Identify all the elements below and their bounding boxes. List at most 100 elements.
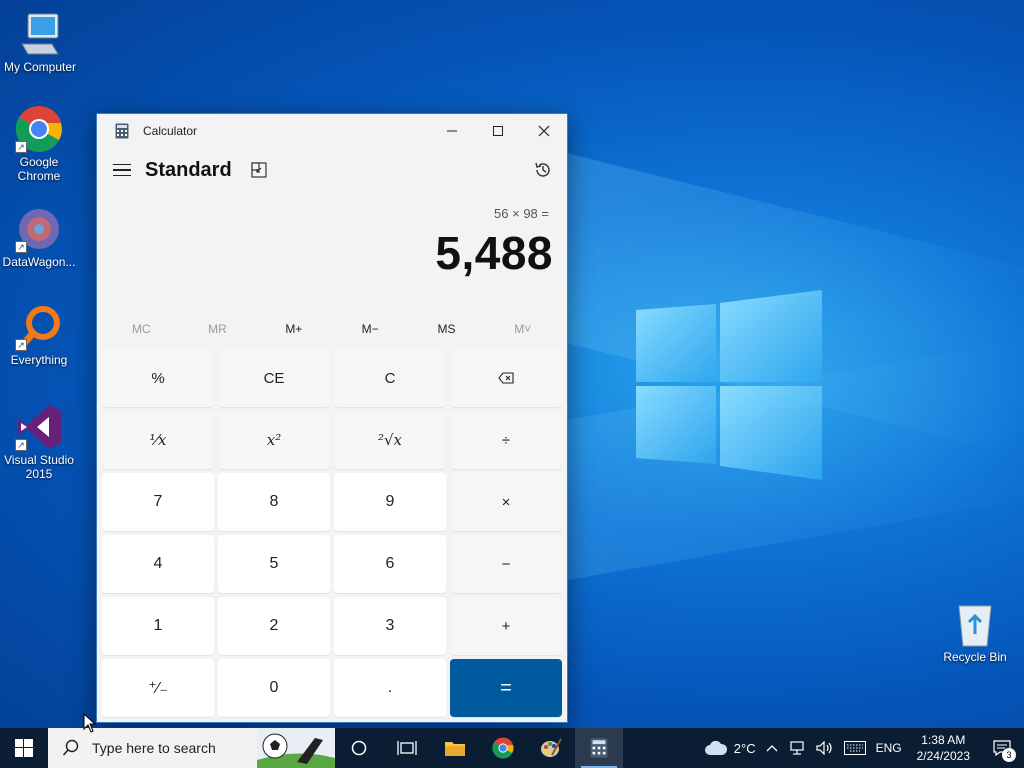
everything-search-icon: ↗ [15,303,63,351]
shortcut-arrow-icon: ↗ [15,241,27,253]
clock-date: 2/24/2023 [916,749,970,763]
desktop-icon-google-chrome[interactable]: ↗ Google Chrome [0,105,79,183]
memory-row: MC MR M+ M− MS M˅ [103,316,561,342]
minimize-button[interactable] [429,114,475,148]
task-view-icon [397,741,417,755]
task-view-button[interactable] [383,728,431,768]
taskbar-chrome[interactable] [479,728,527,768]
navigation-menu-button[interactable] [111,159,133,181]
speaker-icon [815,741,832,755]
start-button[interactable] [0,728,48,768]
memory-store-button[interactable]: MS [408,316,484,342]
volume-button[interactable] [811,728,839,768]
computer-icon [16,10,64,58]
negate-button[interactable]: ⁺∕₋ [102,659,214,717]
windows-logo-wallpaper [636,290,822,480]
subtract-button[interactable]: − [450,535,562,593]
search-icon [62,739,79,756]
desktop-icon-label: Recycle Bin [943,650,1007,664]
square-button[interactable]: x² [218,411,330,469]
decimal-button[interactable]: . [334,659,446,717]
digit-0-button[interactable]: 0 [218,659,330,717]
weather-widget[interactable]: 2°C [699,728,761,768]
cortana-button[interactable] [335,728,383,768]
taskbar-clock[interactable]: 1:38 AM 2/24/2023 [907,732,980,764]
divide-button[interactable]: ÷ [450,411,562,469]
chevron-up-icon [766,745,778,752]
chrome-icon: ↗ [15,105,63,153]
clear-entry-button[interactable]: CE [218,349,330,407]
reciprocal-button[interactable]: ¹⁄x [102,411,214,469]
desktop-icon-visual-studio[interactable]: ↗ Visual Studio 2015 [0,403,79,481]
show-hidden-icons-button[interactable] [761,728,783,768]
search-placeholder: Type here to search [92,740,216,756]
square-label: x² [266,431,282,449]
desktop-icon-recycle-bin[interactable]: Recycle Bin [935,600,1015,664]
taskbar-search-box[interactable]: Type here to search [48,728,335,768]
desktop-icon-label: My Computer [3,60,77,74]
add-button[interactable]: + [450,597,562,655]
shortcut-arrow-icon: ↗ [15,439,27,451]
clock-time: 1:38 AM [921,733,966,747]
digit-7-button[interactable]: 7 [102,473,214,531]
digit-6-button[interactable]: 6 [334,535,446,593]
recycle-bin-icon [951,600,999,648]
weather-temperature: 2°C [733,740,756,756]
digit-4-button[interactable]: 4 [102,535,214,593]
desktop-icon-datawagon[interactable]: ↗ DataWagon... [0,205,79,269]
memory-recall-button[interactable]: MR [179,316,255,342]
square-root-button[interactable]: ²√x [334,411,446,469]
desktop-icon-label: Everything [10,353,68,367]
taskbar-file-explorer[interactable] [431,728,479,768]
keep-on-top-icon[interactable] [250,161,268,179]
reciprocal-label: ¹⁄x [149,431,167,449]
clear-button[interactable]: C [334,349,446,407]
digit-5-button[interactable]: 5 [218,535,330,593]
action-center-button[interactable]: 3 [980,728,1024,768]
memory-clear-button[interactable]: MC [103,316,179,342]
input-language-indicator[interactable]: ENG [871,728,907,768]
calculator-window[interactable]: Calculator Standard 56 × 98 = 5,488 MC M… [96,113,568,723]
desktop-icon-everything[interactable]: ↗ Everything [0,303,79,367]
notification-count-badge: 3 [1002,748,1016,762]
digit-8-button[interactable]: 8 [218,473,330,531]
expression-display: 56 × 98 = [494,206,549,221]
system-tray: 2°C ENG 1:38 AM 2/24/2023 3 [699,728,1024,768]
folder-icon [445,742,465,756]
wallpaper-light-beam [560,338,1024,582]
mode-title: Standard [145,158,232,181]
result-display: 5,488 [435,227,553,279]
taskbar-paint[interactable] [527,728,575,768]
digit-1-button[interactable]: 1 [102,597,214,655]
multiply-button[interactable]: × [450,473,562,531]
touch-keyboard-button[interactable] [839,728,871,768]
backspace-icon [498,372,514,384]
windows-start-icon [15,739,33,757]
mouse-cursor-icon [83,713,97,733]
equals-button[interactable]: = [450,659,562,717]
digit-9-button[interactable]: 9 [334,473,446,531]
shortcut-arrow-icon: ↗ [15,339,27,351]
chrome-icon [492,737,514,759]
network-button[interactable] [783,728,811,768]
calculator-titlebar[interactable]: Calculator [97,114,567,148]
close-button[interactable] [521,114,567,148]
backspace-button[interactable] [450,349,562,407]
history-icon[interactable] [533,160,553,180]
taskbar: Type here to search 2°C ENG 1:38 AM 2/24… [0,728,1024,768]
maximize-icon [493,126,503,136]
taskbar-calculator[interactable] [575,728,623,768]
percent-button[interactable]: % [102,349,214,407]
memory-add-button[interactable]: M+ [256,316,332,342]
memory-list-button[interactable]: M˅ [485,316,561,342]
maximize-button[interactable] [475,114,521,148]
digit-2-button[interactable]: 2 [218,597,330,655]
search-highlight-soccer-icon [257,728,335,768]
datawagon-icon: ↗ [15,205,63,253]
digit-3-button[interactable]: 3 [334,597,446,655]
calculator-app-icon [115,123,129,139]
calculator-header: Standard [97,148,567,192]
paint-palette-icon [541,738,562,757]
desktop-icon-my-computer[interactable]: My Computer [0,10,80,74]
memory-subtract-button[interactable]: M− [332,316,408,342]
